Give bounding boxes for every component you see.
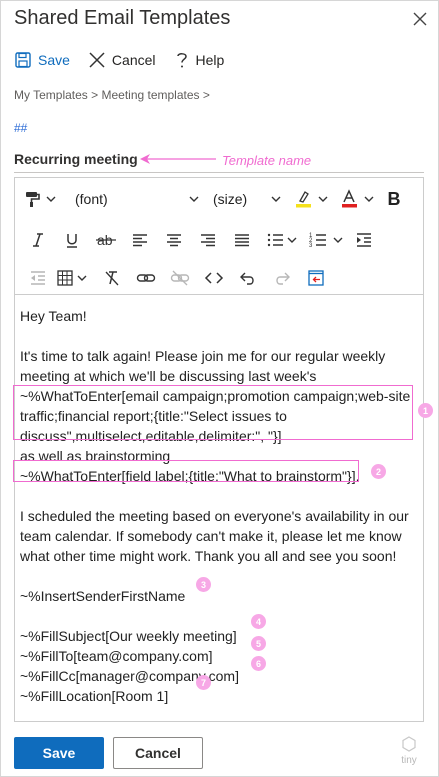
macro-fill-subject: ~%FillSubject[Our weekly meeting] — [20, 628, 237, 644]
font-family-value: (font) — [75, 191, 108, 207]
clear-formatting-icon[interactable] — [95, 264, 129, 292]
body-paragraph-1-line-2: meeting at which we'll be discussing las… — [20, 368, 317, 384]
chevron-down-icon — [189, 196, 199, 202]
align-left-icon[interactable] — [123, 226, 157, 254]
unlink-icon[interactable] — [163, 264, 197, 292]
save-command-label: Save — [38, 52, 70, 68]
highlight-color-icon[interactable] — [290, 185, 316, 213]
bold-button[interactable]: B — [382, 185, 406, 213]
save-command[interactable]: Save — [14, 51, 70, 69]
annotation-arrow-icon — [140, 154, 216, 164]
step-badge-6: 6 — [251, 656, 266, 671]
chevron-down-icon[interactable] — [362, 185, 376, 213]
annotation-label: Template name — [222, 153, 312, 168]
editor-toolbar: (font) (size) B ab 1 2 3 — [15, 178, 423, 295]
outdent-icon[interactable] — [21, 264, 55, 292]
question-mark-icon — [176, 53, 187, 68]
font-family-select[interactable]: (font) — [75, 185, 200, 213]
justify-icon[interactable] — [225, 226, 259, 254]
macro-fill-to: ~%FillTo[team@company.com] — [20, 648, 213, 664]
table-icon[interactable] — [55, 264, 75, 292]
strikethrough-icon[interactable]: ab — [89, 226, 123, 254]
close-icon[interactable] — [410, 9, 430, 29]
template-name-field[interactable]: Recurring meeting — [14, 151, 138, 167]
numbered-list-icon[interactable]: 123 — [305, 226, 331, 254]
save-button[interactable]: Save — [14, 737, 104, 769]
step-badge-2: 2 — [371, 464, 386, 479]
undo-icon[interactable] — [231, 264, 265, 292]
chevron-down-icon[interactable] — [331, 226, 345, 254]
help-command[interactable]: Help — [174, 51, 225, 69]
dialog-title: Shared Email Templates — [14, 7, 231, 29]
email-body[interactable]: Hey Team! It's time to talk again! Pleas… — [20, 306, 420, 706]
chevron-down-icon[interactable] — [316, 185, 330, 213]
macro-fill-cc: ~%FillCc[manager@company.com] — [20, 668, 239, 684]
insert-macro-icon[interactable] — [299, 264, 333, 292]
command-bar: Save Cancel Help — [14, 47, 242, 73]
cancel-button[interactable]: Cancel — [113, 737, 203, 769]
template-name-underline — [14, 172, 424, 173]
toolbar-row-1: (font) (size) B — [21, 183, 406, 215]
align-right-icon[interactable] — [191, 226, 225, 254]
breadcrumb[interactable]: My Templates > Meeting templates > — [14, 88, 210, 102]
macro-2-highlight — [13, 460, 359, 482]
cancel-command[interactable]: Cancel — [88, 51, 156, 69]
chevron-down-icon[interactable] — [285, 226, 299, 254]
font-size-select[interactable]: (size) — [213, 185, 282, 213]
font-color-icon[interactable] — [336, 185, 362, 213]
step-badge-5: 5 — [251, 636, 266, 651]
font-size-value: (size) — [213, 191, 248, 207]
cancel-command-label: Cancel — [111, 52, 156, 68]
tiny-logo-icon — [402, 736, 416, 752]
body-greeting: Hey Team! — [20, 308, 87, 324]
source-code-icon[interactable] — [197, 264, 231, 292]
macro-fill-location: ~%FillLocation[Room 1] — [20, 688, 169, 704]
body-paragraph-1-line-1: It's time to talk again! Please join me … — [20, 348, 386, 364]
help-command-label: Help — [195, 52, 225, 68]
underline-icon[interactable] — [55, 226, 89, 254]
step-badge-1: 1 — [418, 403, 433, 418]
italic-icon[interactable] — [21, 226, 55, 254]
rich-text-editor[interactable]: (font) (size) B ab 1 2 3 Hey Team! It's … — [14, 177, 424, 722]
hashtag-link[interactable]: ## — [14, 121, 27, 135]
redo-icon[interactable] — [265, 264, 299, 292]
tiny-watermark-label: tiny — [401, 755, 417, 766]
step-badge-4: 4 — [251, 614, 266, 629]
svg-text:3: 3 — [309, 243, 313, 249]
chevron-down-icon[interactable] — [43, 185, 59, 213]
indent-icon[interactable] — [351, 226, 377, 254]
link-icon[interactable] — [129, 264, 163, 292]
toolbar-row-2: ab 123 — [21, 224, 377, 256]
bullet-list-icon[interactable] — [265, 226, 285, 254]
toolbar-row-3 — [21, 262, 333, 294]
close-x-icon — [89, 52, 105, 68]
body-paragraph-2-line-1: I scheduled the meeting based on everyon… — [20, 508, 409, 524]
chevron-down-icon — [271, 196, 281, 202]
chevron-down-icon[interactable] — [75, 264, 89, 292]
format-painter-icon[interactable] — [21, 185, 43, 213]
macro-1-highlight — [13, 385, 413, 440]
body-paragraph-2-line-2: team calendar. If somebody can't make it… — [20, 528, 402, 544]
macro-insert-sender-first-name: ~%InsertSenderFirstName — [20, 588, 186, 604]
step-badge-3: 3 — [196, 577, 211, 592]
body-paragraph-2-line-3: what other time might work. Thank you al… — [20, 548, 397, 564]
align-center-icon[interactable] — [157, 226, 191, 254]
step-badge-7: 7 — [196, 675, 211, 690]
tiny-watermark: tiny — [401, 736, 417, 766]
floppy-disk-icon — [15, 52, 31, 68]
